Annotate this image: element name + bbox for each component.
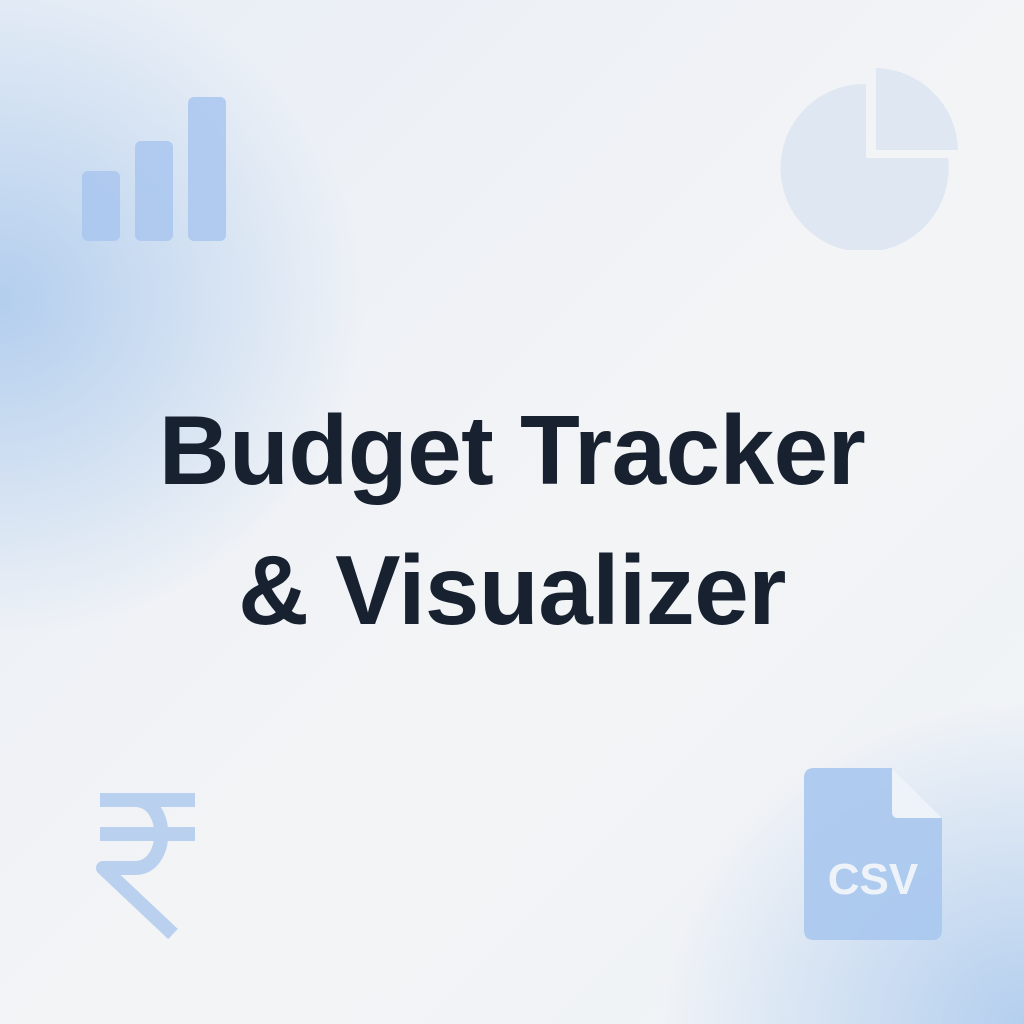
bar-chart-icon bbox=[80, 95, 230, 245]
page-title: Budget Tracker & Visualizer bbox=[0, 380, 1024, 660]
title-line-2: & Visualizer bbox=[238, 535, 786, 645]
poster-canvas: CSV Budget Tracker & Visualizer bbox=[0, 0, 1024, 1024]
rupee-icon bbox=[95, 790, 200, 940]
csv-file-icon: CSV bbox=[804, 768, 942, 940]
title-line-1: Budget Tracker bbox=[158, 395, 866, 505]
csv-label: CSV bbox=[828, 855, 919, 904]
pie-chart-icon bbox=[778, 66, 962, 250]
